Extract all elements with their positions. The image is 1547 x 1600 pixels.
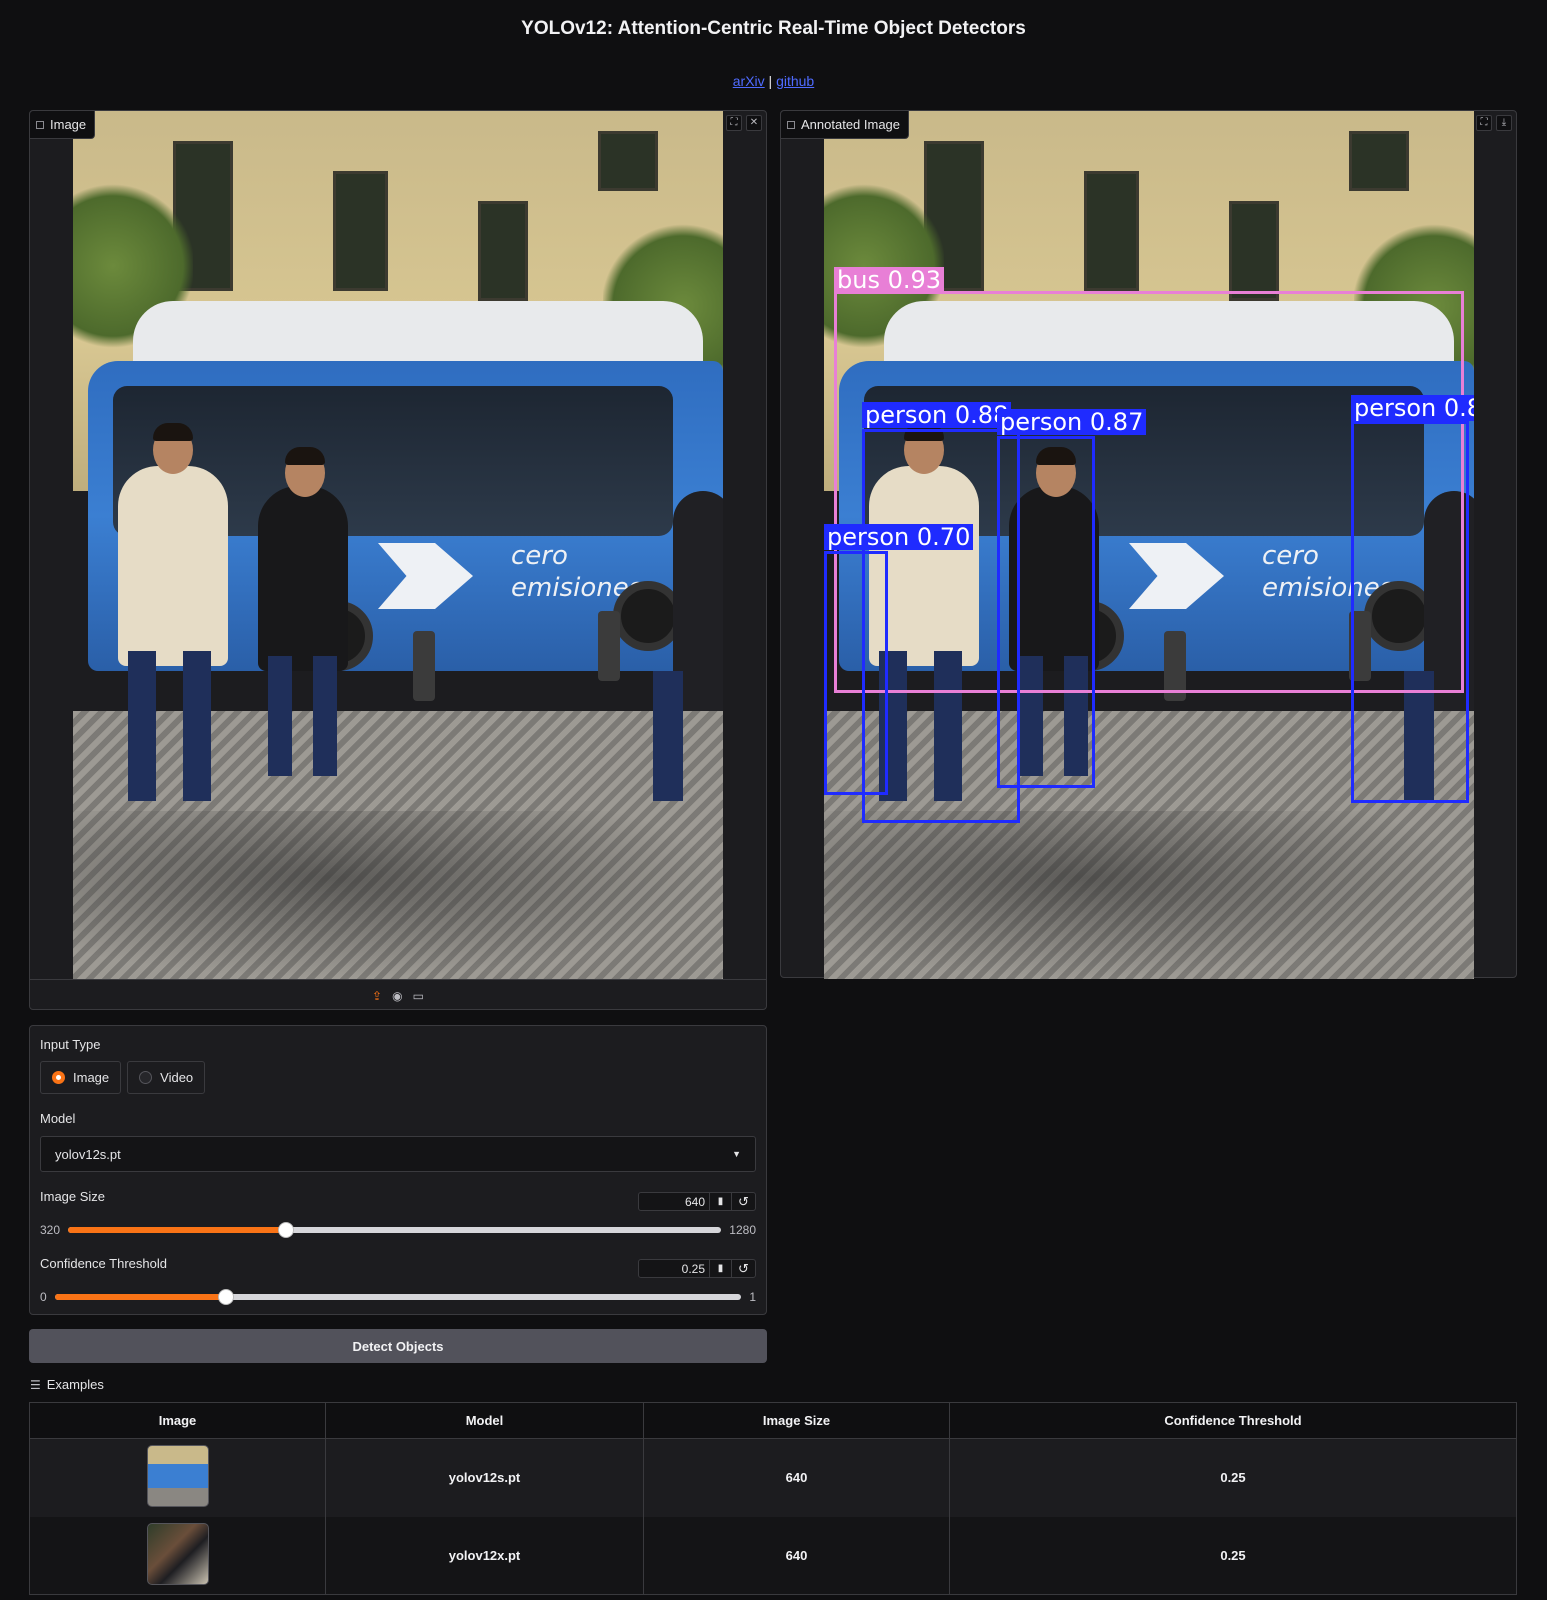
radio-dot-icon [139, 1071, 153, 1084]
controls-panel: Input Type Image Video Model yolov12s.pt… [29, 1025, 767, 1315]
clipboard-icon[interactable]: ▭ [413, 989, 424, 1003]
model-selected-value: yolov12s.pt [55, 1146, 121, 1162]
detect-objects-button[interactable]: Detect Objects [29, 1329, 767, 1363]
image-size-input[interactable] [639, 1193, 709, 1210]
example-size-cell: 640 [643, 1516, 950, 1595]
image-icon [36, 120, 44, 129]
image-size-slider[interactable] [68, 1222, 722, 1238]
model-dropdown[interactable]: yolov12s.pt ▼ [40, 1136, 756, 1172]
slider-thumb[interactable] [218, 1289, 235, 1305]
webcam-icon[interactable]: ◉ [392, 989, 402, 1003]
annotated-image-label-text: Annotated Image [801, 117, 901, 132]
confidence-slider-row: 0 1 [40, 1287, 756, 1307]
detection-label-person: person 0.88 [862, 402, 1012, 428]
image-size-slider-row: 320 1280 [40, 1220, 756, 1240]
list-icon: ☰ [30, 1377, 41, 1392]
header-links: arXiv | github [0, 73, 1547, 89]
annotated-photo: cero emisiones bus 0.93 person 0.88 pers… [824, 111, 1474, 979]
example-conf-cell: 0.25 [949, 1516, 1517, 1595]
confidence-input[interactable] [639, 1260, 709, 1277]
input-type-label: Input Type [40, 1037, 101, 1052]
fullscreen-icon[interactable]: ⛶ [726, 115, 742, 131]
confidence-number-box: ▮ ↺ [638, 1259, 756, 1278]
radio-image-label: Image [73, 1070, 110, 1085]
image-size-max: 1280 [729, 1223, 756, 1237]
example-conf-cell: 0.25 [949, 1438, 1517, 1517]
model-label: Model [40, 1111, 76, 1126]
example-size-cell: 640 [643, 1438, 950, 1517]
github-link[interactable]: github [776, 73, 814, 89]
detection-box-person [997, 436, 1095, 788]
reset-icon[interactable]: ↺ [731, 1193, 755, 1210]
reset-icon[interactable]: ↺ [731, 1260, 755, 1277]
input-type-radio-group: Image Video [40, 1061, 206, 1094]
fullscreen-icon[interactable]: ⛶ [1476, 115, 1492, 131]
example-model-cell: yolov12s.pt [325, 1438, 644, 1517]
table-row[interactable]: yolov12s.pt 640 0.25 [29, 1438, 1517, 1517]
arxiv-link[interactable]: arXiv [733, 73, 765, 89]
upload-icon[interactable]: ⇪ [372, 989, 382, 1003]
example-model-cell: yolov12x.pt [325, 1516, 644, 1595]
link-separator: | [768, 73, 773, 89]
slider-thumb[interactable] [277, 1222, 294, 1238]
image-size-number-box: ▮ ↺ [638, 1192, 756, 1211]
detection-box-person [824, 551, 888, 795]
close-icon[interactable]: ✕ [746, 115, 762, 131]
column-header: Image Size [643, 1402, 950, 1439]
download-icon[interactable]: ⤓ [1496, 115, 1512, 131]
image-size-min: 320 [40, 1223, 61, 1237]
input-image-label-text: Image [50, 117, 87, 132]
confidence-slider[interactable] [54, 1289, 742, 1305]
detection-box-person [1351, 421, 1469, 803]
confidence-label: Confidence Threshold [40, 1256, 167, 1271]
image-size-label: Image Size [40, 1189, 106, 1204]
detection-label-bus: bus 0.93 [834, 267, 945, 293]
examples-header: ☰ Examples [30, 1377, 104, 1392]
input-image-panel[interactable]: Image ⛶ ✕ cero emisiones ⇪ ◉ ▭ [29, 110, 767, 1010]
column-header: Confidence Threshold [949, 1402, 1517, 1439]
image-icon [787, 120, 795, 129]
column-header: Model [325, 1402, 644, 1439]
table-row[interactable]: yolov12x.pt 640 0.25 [29, 1516, 1517, 1595]
annotated-image-label: Annotated Image [781, 111, 910, 139]
confidence-max: 1 [749, 1290, 756, 1304]
example-image-cell [29, 1516, 326, 1595]
chevron-down-icon: ▼ [732, 1149, 741, 1159]
confidence-min: 0 [40, 1290, 47, 1304]
radio-dot-icon [52, 1071, 65, 1084]
page-title: YOLOv12: Attention-Centric Real-Time Obj… [521, 18, 1026, 39]
examples-label: Examples [46, 1377, 104, 1392]
detection-label-person: person 0.89 [1351, 395, 1474, 421]
detection-label-person: person 0.70 [824, 524, 974, 550]
example-thumbnail[interactable] [146, 1522, 209, 1585]
radio-video[interactable]: Video [127, 1061, 206, 1094]
radio-image[interactable]: Image [40, 1061, 122, 1094]
detection-label-person: person 0.87 [997, 409, 1147, 435]
examples-table: Image Model Image Size Confidence Thresh… [29, 1402, 1517, 1595]
input-image-label: Image [30, 111, 96, 139]
input-photo: cero emisiones [73, 111, 723, 979]
column-header: Image [29, 1402, 326, 1439]
annotated-image-panel: Annotated Image ⛶ ⤓ cero emisiones bus 0… [780, 110, 1517, 979]
example-image-cell [29, 1438, 326, 1517]
stepper-icon[interactable]: ▮ [709, 1260, 731, 1277]
image-source-toolbar: ⇪ ◉ ▭ [30, 979, 766, 1011]
radio-video-label: Video [160, 1070, 194, 1085]
stepper-icon[interactable]: ▮ [709, 1193, 731, 1210]
example-thumbnail[interactable] [146, 1445, 209, 1508]
